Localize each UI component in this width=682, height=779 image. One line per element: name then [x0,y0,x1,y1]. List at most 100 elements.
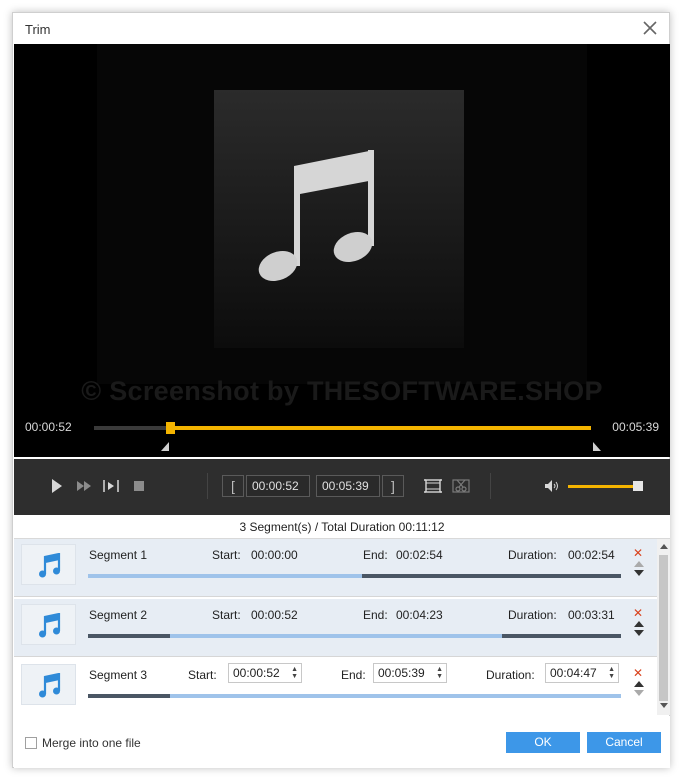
move-down-icon[interactable] [634,570,644,576]
music-note-icon [258,150,374,281]
ok-button[interactable]: OK [506,732,580,753]
segment-list-scrollbar[interactable] [657,539,670,715]
segment-thumbnail [21,604,76,645]
end-label: End: [341,668,366,682]
toolbar-divider [490,473,491,499]
stop-button[interactable] [129,476,149,496]
volume-handle[interactable] [633,481,643,491]
fast-forward-button[interactable] [74,476,94,496]
segment-thumbnail [21,664,76,705]
scroll-up-arrow-icon[interactable] [660,544,668,549]
close-icon[interactable] [641,19,659,37]
segment-summary: 3 Segment(s) / Total Duration 00:11:12 [14,515,670,539]
start-time-stepper[interactable]: 00:00:52 ▲ ▼ [228,663,302,683]
duration-value: 00:04:47 [550,666,597,680]
frame-step-icon [103,480,119,492]
segment-name: Segment 1 [89,548,148,562]
music-cover [214,90,464,348]
fast-forward-icon [77,481,91,491]
end-time-stepper[interactable]: 00:05:39 ▲ ▼ [373,663,447,683]
delete-icon[interactable]: ✕ [633,606,643,620]
total-time: 00:05:39 [612,420,659,434]
trim-dialog: Trim © Screenshot by THESOFTWARE.SHOP 00… [12,12,670,768]
move-up-icon[interactable] [634,621,644,627]
film-segment-icon [424,479,442,493]
start-label: Start: [188,668,217,682]
scroll-down-arrow-icon[interactable] [660,703,668,708]
stop-icon [134,481,144,491]
end-value: 00:04:23 [396,608,443,622]
move-up-icon[interactable] [634,681,644,687]
duration-value: 00:02:54 [568,548,615,562]
volume-slider[interactable] [568,485,636,488]
delete-icon[interactable]: ✕ [633,546,643,560]
stepper-arrows-icon[interactable]: ▲ ▼ [436,666,443,680]
duration-value: 00:03:31 [568,608,615,622]
dialog-title: Trim [25,22,51,37]
duration-label: Duration: [486,668,535,682]
start-time-field[interactable]: 00:00:52 [246,475,310,497]
end-value: 00:02:54 [396,548,443,562]
volume-button[interactable] [542,476,562,496]
stepper-arrows-icon[interactable]: ▲ ▼ [608,666,615,680]
playback-toolbar: [ 00:00:52 00:05:39 ] [14,459,670,515]
segment-range-fill [169,694,621,698]
delete-icon[interactable]: ✕ [633,666,643,680]
speaker-icon [545,480,558,492]
end-label: End: [363,608,388,622]
segment-row[interactable]: Segment 3 Start: 00:00:52 ▲ ▼ End: 00:05:… [14,659,657,717]
next-frame-button[interactable] [101,476,121,496]
start-value: 00:00:52 [251,608,298,622]
segment-thumbnail [21,544,76,585]
start-value: 00:00:52 [233,666,280,680]
media-preview: © Screenshot by THESOFTWARE.SHOP 00:00:5… [14,44,670,457]
move-down-icon[interactable] [634,690,644,696]
play-button[interactable] [46,476,66,496]
move-down-icon[interactable] [634,630,644,636]
scroll-thumb[interactable] [659,555,668,701]
duration-stepper[interactable]: 00:04:47 ▲ ▼ [545,663,619,683]
music-note-icon [39,613,61,638]
toolbar-divider [207,473,208,499]
end-marker[interactable] [593,442,601,451]
timeline-track[interactable] [94,422,591,434]
scissors-film-icon [452,479,470,493]
dialog-footer: Merge into one file OK Cancel [14,716,670,768]
add-segment-button[interactable] [423,476,443,496]
duration-label: Duration: [508,548,557,562]
play-icon [52,479,62,493]
current-time: 00:00:52 [25,420,72,434]
playhead-handle[interactable] [166,422,176,434]
set-end-button[interactable]: ] [382,475,404,497]
merge-label: Merge into one file [42,736,141,750]
stepper-arrows-icon[interactable]: ▲ ▼ [291,666,298,680]
set-start-button[interactable]: [ [222,475,244,497]
merge-checkbox[interactable] [25,737,37,749]
end-time-field[interactable]: 00:05:39 [316,475,380,497]
start-label: Start: [212,608,241,622]
start-marker[interactable] [161,442,169,451]
video-area [97,44,587,384]
split-button[interactable] [451,476,471,496]
segment-range-bar [88,574,621,578]
watermark-text: © Screenshot by THESOFTWARE.SHOP [81,376,603,406]
duration-label: Duration: [508,608,557,622]
segment-range-fill [88,574,363,578]
music-note-icon [39,673,61,698]
title-bar: Trim [13,13,669,44]
segment-row[interactable]: Segment 2 Start: 00:00:52 End: 00:04:23 … [14,599,657,657]
segment-list: Segment 1 Start: 00:00:00 End: 00:02:54 … [14,539,670,717]
segment-range-bar [88,634,621,638]
end-label: End: [363,548,388,562]
start-label: Start: [212,548,241,562]
cancel-button[interactable]: Cancel [587,732,661,753]
timeline-selection [170,426,591,430]
segment-row[interactable]: Segment 1 Start: 00:00:00 End: 00:02:54 … [14,539,657,597]
music-note-icon [39,553,61,578]
segment-name: Segment 3 [89,668,148,682]
start-value: 00:00:00 [251,548,298,562]
segment-range-bar [88,694,621,698]
segment-range-fill [169,634,502,638]
segment-name: Segment 2 [89,608,148,622]
move-up-icon[interactable] [634,561,644,567]
